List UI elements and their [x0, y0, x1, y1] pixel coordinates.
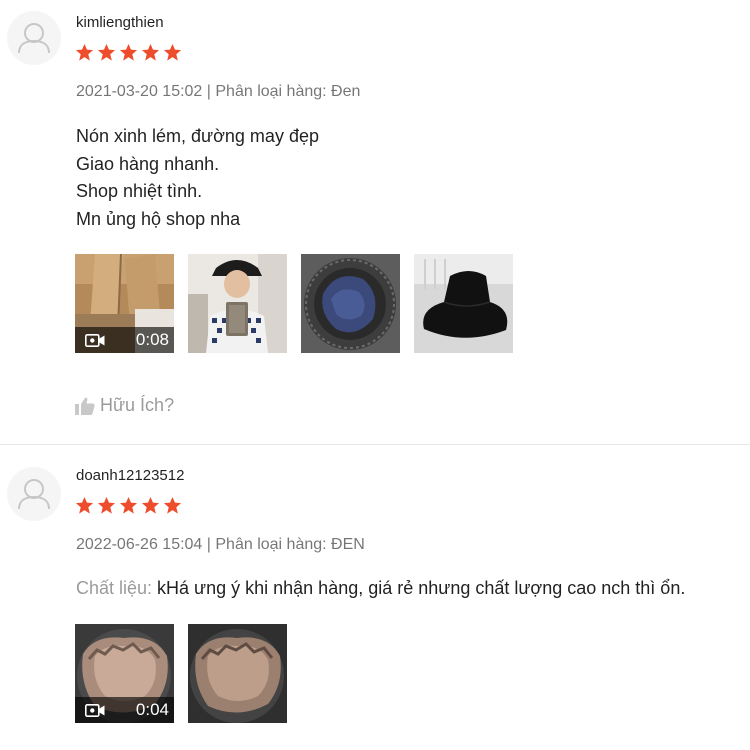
star-icon [97, 496, 116, 515]
helpful-label: Hữu Ích? [100, 395, 175, 415]
attribute-label: Chất liệu: [76, 578, 153, 598]
review-item: doanh12123512 2022-06-26 15:04 | Phân lo… [0, 445, 750, 750]
review-username[interactable]: doanh12123512 [76, 467, 184, 484]
star-icon [141, 496, 160, 515]
user-icon [18, 479, 50, 510]
review-content-line: Nón xinh lém, đường may đẹp [76, 126, 319, 146]
helpful-button[interactable]: Hữu Ích? [75, 395, 174, 416]
hat-inside-image [301, 254, 400, 353]
review-username[interactable]: kimliengthien [76, 14, 164, 31]
review-image-thumbnail[interactable] [188, 624, 287, 723]
user-icon [18, 23, 50, 54]
selfie-image [188, 254, 287, 353]
star-icon [163, 43, 182, 62]
video-camera-icon [85, 703, 105, 717]
star-icon [75, 43, 94, 62]
review-video-thumbnail[interactable]: 0:04 [75, 624, 174, 723]
star-icon [75, 496, 94, 515]
video-duration-bar: 0:04 [75, 697, 174, 723]
video-camera-icon [85, 333, 105, 347]
avatar[interactable] [7, 467, 61, 521]
rating-stars [75, 496, 182, 515]
review-image-thumbnail[interactable] [414, 254, 513, 353]
avatar[interactable] [7, 11, 61, 65]
attribute-value: kHá ưng ý khi nhận hàng, giá rẻ nhưng ch… [152, 578, 686, 598]
review-content: Chất liệu: kHá ưng ý khi nhận hàng, giá … [76, 575, 685, 603]
review-image-thumbnail[interactable] [301, 254, 400, 353]
review-content-line: Giao hàng nhanh. [76, 153, 220, 174]
review-content-line: Mn ủng hộ shop nha [76, 208, 241, 229]
review-content: Nón xinh lém, đường may đẹp Giao hàng nh… [76, 123, 319, 233]
star-icon [163, 496, 182, 515]
review-media-list: 0:08 [75, 254, 513, 353]
black-hat-image [414, 254, 513, 353]
star-icon [97, 43, 116, 62]
star-icon [119, 43, 138, 62]
star-icon [141, 43, 160, 62]
rating-stars [75, 43, 182, 62]
thumbs-up-icon [75, 397, 95, 415]
review-item: kimliengthien 2021-03-20 15:02 | Phân lo… [0, 0, 750, 445]
review-video-thumbnail[interactable]: 0:08 [75, 254, 174, 353]
review-content-line: Shop nhiệt tình. [76, 181, 203, 201]
review-meta: 2022-06-26 15:04 | Phân loại hàng: ĐEN [76, 536, 365, 553]
video-duration: 0:08 [135, 330, 169, 349]
video-duration-bar: 0:08 [75, 327, 174, 353]
review-image-thumbnail[interactable] [188, 254, 287, 353]
hat-inside-beige-image [188, 624, 287, 723]
review-media-list: 0:04 [75, 624, 287, 723]
star-icon [119, 496, 138, 515]
video-duration: 0:04 [135, 700, 169, 719]
review-meta: 2021-03-20 15:02 | Phân loại hàng: Đen [76, 83, 361, 100]
